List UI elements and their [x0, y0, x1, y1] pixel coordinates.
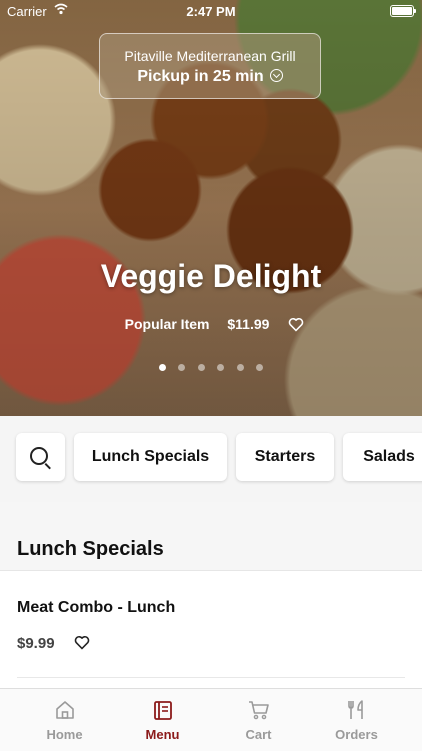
heart-icon[interactable]: [74, 635, 90, 650]
tab-label: Orders: [335, 727, 378, 742]
orders-icon: [348, 700, 363, 719]
menu-item-card[interactable]: Meat Combo - Lunch $9.99: [0, 570, 422, 689]
featured-item-title: Veggie Delight: [100, 258, 322, 294]
status-time: 2:47 PM: [186, 4, 236, 19]
battery-icon: [390, 5, 416, 17]
featured-item-meta: Popular Item $11.99: [0, 316, 422, 336]
carousel-dot[interactable]: [158, 364, 166, 371]
heart-icon[interactable]: [288, 317, 304, 332]
carousel-dot[interactable]: [236, 364, 244, 371]
carousel-dots[interactable]: [0, 358, 422, 376]
pickup-label: Pickup in 25 min: [137, 68, 264, 85]
carousel-dot[interactable]: [217, 364, 225, 371]
search-icon: [30, 447, 48, 465]
tab-label: Menu: [145, 727, 180, 742]
restaurant-selector[interactable]: Pitaville Mediterranean Grill Pickup in …: [99, 33, 321, 99]
carousel-dot[interactable]: [256, 364, 264, 371]
search-button[interactable]: [16, 433, 65, 481]
divider: [17, 677, 405, 678]
category-lunch-specials[interactable]: Lunch Specials: [74, 433, 227, 481]
tab-label: Cart: [245, 727, 272, 742]
tab-menu[interactable]: Menu: [110, 689, 215, 751]
section-title: Lunch Specials: [17, 538, 164, 560]
tab-label: Home: [46, 727, 83, 742]
featured-item-price: $11.99: [227, 316, 270, 332]
menu-item-price: $9.99: [17, 635, 55, 652]
menu-item-name: Meat Combo - Lunch: [17, 599, 176, 616]
home-icon: [56, 701, 74, 719]
featured-item-tag: Popular Item: [124, 316, 210, 332]
menu-icon: [154, 701, 172, 720]
carousel-dot[interactable]: [178, 364, 186, 371]
status-bar: Carrier 2:47 PM: [0, 0, 422, 22]
tab-bar: Home Menu Cart Orders: [0, 688, 422, 751]
carousel-dot[interactable]: [197, 364, 205, 371]
tab-cart[interactable]: Cart: [206, 689, 311, 751]
category-starters[interactable]: Starters: [236, 433, 334, 481]
category-salads[interactable]: Salads: [343, 433, 422, 481]
chevron-down-icon: [269, 69, 283, 82]
pickup-time: Pickup in 25 min: [100, 68, 320, 86]
category-bar: Lunch Specials Starters Salads: [0, 416, 422, 502]
tab-home[interactable]: Home: [12, 689, 117, 751]
tab-orders[interactable]: Orders: [304, 689, 409, 751]
restaurant-name: Pitaville Mediterranean Grill: [124, 48, 296, 64]
cart-icon: [249, 701, 269, 720]
